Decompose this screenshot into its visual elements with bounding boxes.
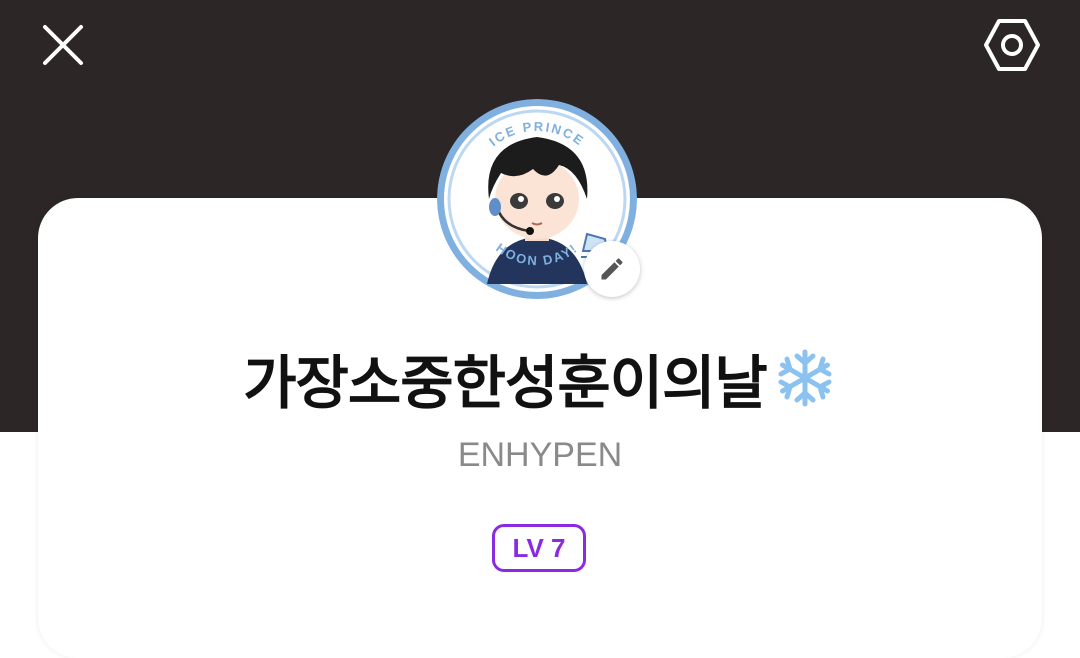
edit-profile-button[interactable] — [584, 241, 640, 297]
level-badge: LV 7 — [492, 524, 586, 572]
artist-name: ENHYPEN — [457, 436, 623, 474]
snowflake-icon — [773, 346, 837, 410]
close-button[interactable] — [40, 22, 86, 68]
gear-icon — [984, 19, 1040, 71]
close-icon — [43, 25, 83, 65]
settings-button[interactable] — [982, 16, 1042, 74]
pencil-icon — [601, 258, 623, 280]
nickname-row: 가장소중한성훈이의날 — [0, 338, 1080, 418]
nickname: 가장소중한성훈이의날 — [243, 349, 768, 417]
